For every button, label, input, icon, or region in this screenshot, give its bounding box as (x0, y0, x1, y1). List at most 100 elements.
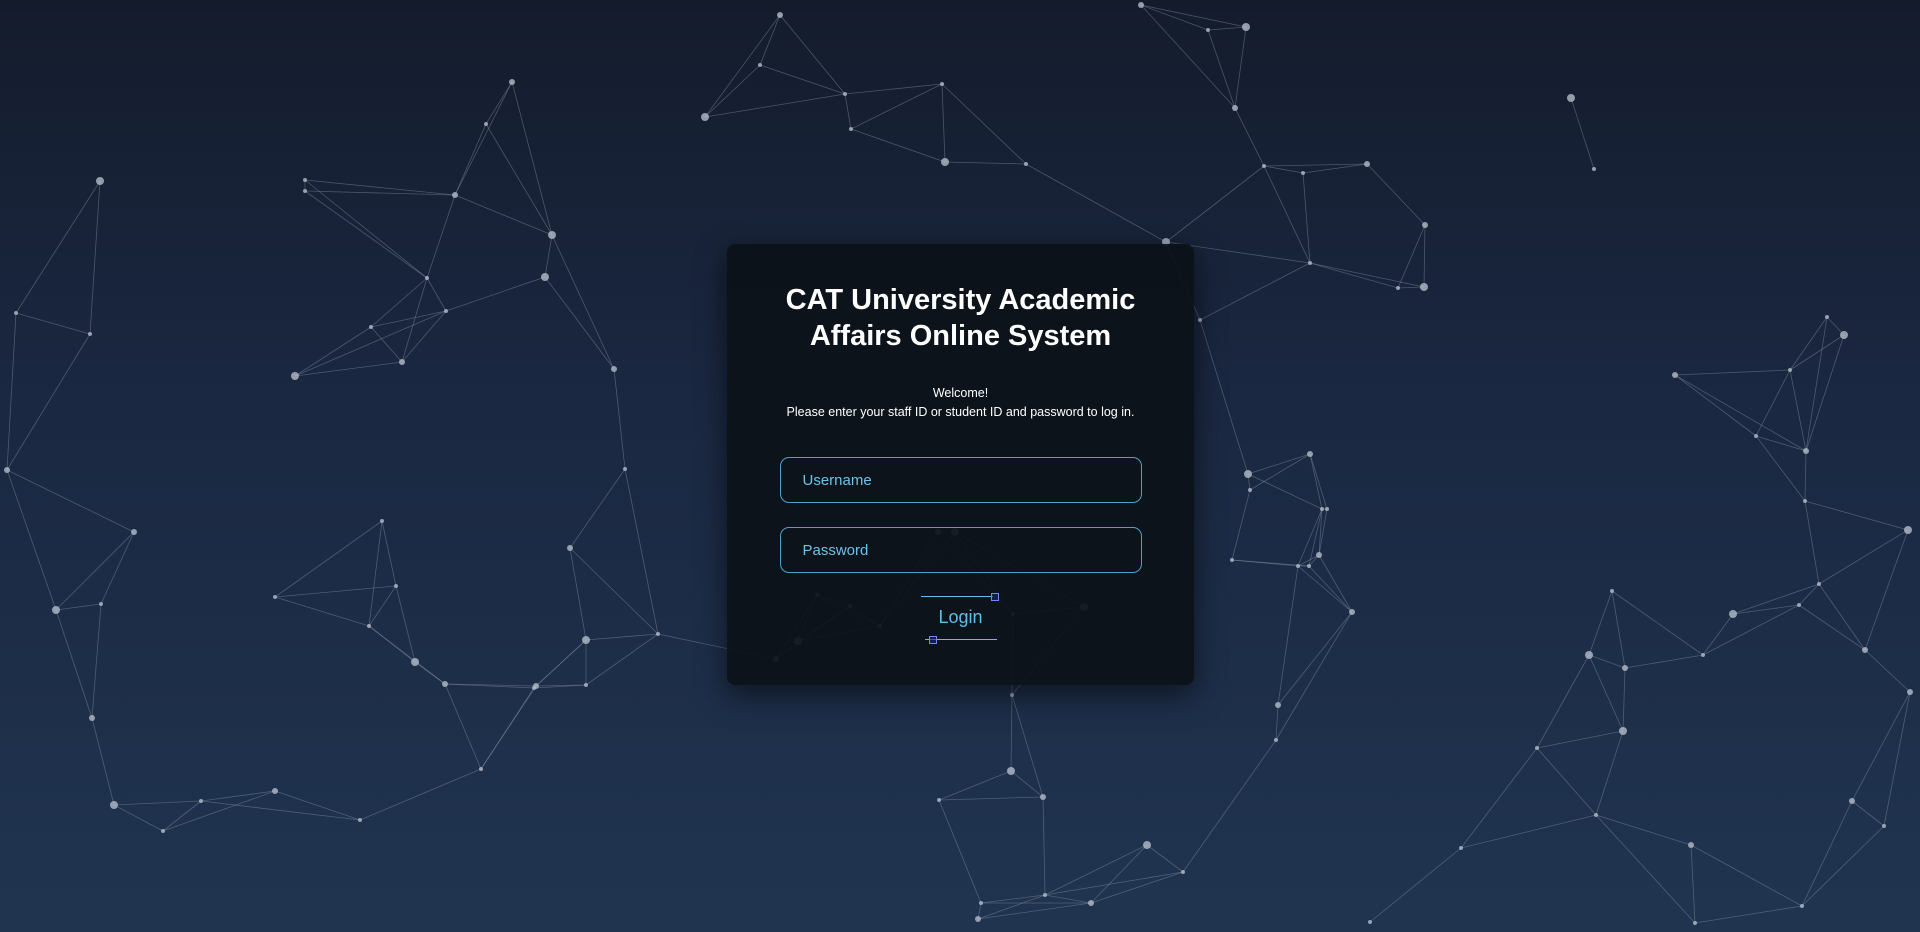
network-line (1090, 844, 1148, 904)
network-node (541, 273, 549, 281)
network-line (1801, 800, 1853, 907)
network-node (88, 332, 92, 336)
network-node (394, 584, 398, 588)
network-node (52, 606, 60, 614)
network-node (1422, 222, 1428, 228)
network-node (1274, 738, 1278, 742)
network-line (1588, 590, 1613, 656)
network-line (480, 685, 537, 770)
network-line (1263, 165, 1304, 174)
network-line (454, 123, 487, 196)
login-card: CAT University Academic Affairs Online S… (727, 244, 1194, 685)
network-node (843, 92, 847, 96)
network-node (14, 311, 18, 315)
network-line (1318, 554, 1353, 613)
network-line (1199, 262, 1311, 321)
network-node (1882, 824, 1886, 828)
network-node (1610, 589, 1614, 593)
network-node (1825, 315, 1829, 319)
network-node (701, 113, 709, 121)
network-line (1234, 107, 1265, 167)
network-node (533, 683, 539, 689)
login-button[interactable]: Login (920, 593, 1001, 645)
network-line (585, 633, 659, 641)
network-node (1232, 105, 1238, 111)
network-line (1805, 316, 1828, 452)
network-line (200, 790, 276, 802)
network-node (444, 309, 448, 313)
network-node (1754, 434, 1758, 438)
network-node (623, 467, 627, 471)
network-node (272, 788, 278, 794)
network-node (1296, 564, 1300, 568)
network-node (1301, 171, 1305, 175)
network-node (777, 12, 783, 18)
password-input[interactable] (779, 527, 1142, 573)
welcome-message: Welcome! Please enter your staff ID or s… (727, 384, 1194, 422)
network-node (1242, 23, 1250, 31)
network-line (381, 520, 397, 587)
network-line (370, 277, 428, 328)
network-node (1088, 900, 1094, 906)
network-line (1789, 334, 1845, 371)
network-line (1234, 26, 1247, 109)
network-line (779, 14, 846, 95)
network-line (113, 804, 164, 832)
network-node (484, 122, 488, 126)
network-node (1396, 286, 1400, 290)
network-node (758, 63, 762, 67)
network-line (1690, 844, 1696, 924)
network-line (6, 333, 91, 471)
network-line (1804, 500, 1909, 531)
network-line (1182, 739, 1277, 873)
network-line (1755, 435, 1807, 452)
network-line (274, 790, 361, 821)
network-node (1688, 842, 1694, 848)
network-line (55, 531, 135, 611)
network-line (395, 585, 416, 663)
network-node (1043, 893, 1047, 897)
network-line (1247, 453, 1311, 475)
network-line (544, 234, 553, 278)
network-line (274, 585, 397, 598)
network-node (1143, 841, 1151, 849)
network-node (399, 359, 405, 365)
network-node (1420, 283, 1428, 291)
network-line (1702, 613, 1734, 656)
network-node (367, 624, 371, 628)
network-line (15, 312, 91, 335)
network-line (485, 123, 553, 236)
network-node (1459, 846, 1463, 850)
network-node (1368, 920, 1372, 924)
network-line (359, 768, 482, 821)
network-line (1308, 565, 1353, 613)
network-line (1851, 800, 1885, 827)
network-node (975, 916, 981, 922)
network-line (569, 468, 626, 549)
network-node (1320, 507, 1324, 511)
network-node (411, 658, 419, 666)
network-node (1840, 331, 1848, 339)
username-input[interactable] (779, 457, 1142, 503)
network-line (938, 796, 1044, 801)
welcome-heading: Welcome! (932, 386, 989, 400)
network-node (131, 529, 137, 535)
network-line (304, 190, 428, 279)
network-node (1308, 261, 1312, 265)
network-line (759, 14, 781, 66)
network-line (1011, 694, 1044, 798)
network-line (938, 770, 1012, 801)
network-node (941, 158, 949, 166)
network-line (274, 520, 383, 598)
network-node (1364, 161, 1370, 167)
network-line (444, 683, 482, 770)
network-line (1010, 770, 1044, 798)
network-node (582, 636, 590, 644)
network-line (1674, 374, 1757, 437)
network-node (937, 798, 941, 802)
network-node (99, 602, 103, 606)
network-node (1849, 798, 1855, 804)
network-node (1325, 507, 1329, 511)
network-line (1309, 453, 1323, 510)
network-node (291, 372, 299, 380)
